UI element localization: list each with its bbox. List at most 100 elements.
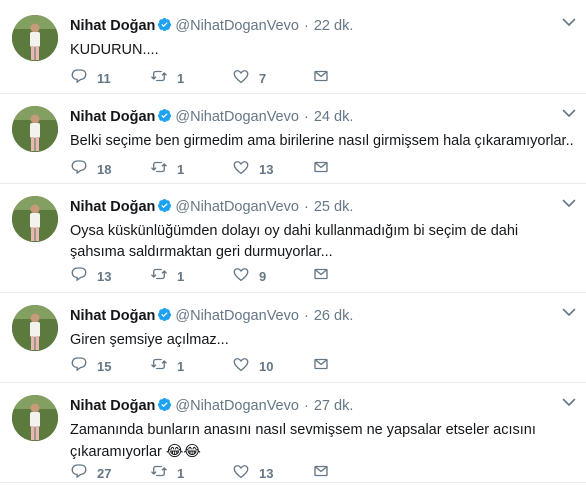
direct-message-button[interactable] [312,266,330,286]
verified-badge-icon [157,397,172,412]
avatar[interactable] [12,395,58,441]
verified-badge-icon [157,307,172,322]
tweet[interactable]: Nihat Doğan @NihatDoganVevo · 22 dk. KUDU… [0,3,586,94]
reply-button[interactable]: 11 [70,68,111,88]
reply-icon [70,67,88,90]
tweet-text-content: KUDURUN.... [70,42,159,58]
direct-message-button[interactable] [312,463,330,483]
envelope-icon [312,265,330,288]
reply-count: 11 [97,70,111,86]
like-button[interactable]: 7 [232,68,266,88]
display-name[interactable]: Nihat Doğan [70,398,155,414]
reply-icon [70,265,88,288]
timestamp[interactable]: 26 dk. [314,308,354,324]
user-handle[interactable]: @NihatDoganVevo [175,308,299,324]
user-handle[interactable]: @NihatDoganVevo [175,109,299,125]
reply-count: 27 [97,465,112,481]
tweet-emoji: 😂😂 [165,443,201,460]
tweet-header: Nihat Doğan @NihatDoganVevo · 25 dk. [70,198,353,216]
like-button[interactable]: 9 [232,266,266,286]
retweet-button[interactable]: 1 [150,68,184,88]
tweet-actions: 11 1 7 [70,68,370,88]
timestamp[interactable]: 22 dk. [314,18,354,34]
retweet-count: 1 [177,268,185,284]
separator-dot: · [303,18,309,34]
chevron-down-icon[interactable] [562,106,576,120]
display-name[interactable]: Nihat Doğan [70,109,155,125]
retweet-button[interactable]: 1 [150,159,184,179]
user-handle[interactable]: @NihatDoganVevo [175,18,299,34]
timestamp[interactable]: 25 dk. [314,199,354,215]
tweet[interactable]: Nihat Doğan @NihatDoganVevo · 25 dk. Oysa… [0,184,586,293]
heart-icon [232,158,250,181]
separator-dot: · [303,199,309,215]
display-name[interactable]: Nihat Doğan [70,308,155,324]
user-handle[interactable]: @NihatDoganVevo [175,398,299,414]
chevron-down-icon[interactable] [562,305,576,319]
retweet-button[interactable]: 1 [150,266,184,286]
user-handle[interactable]: @NihatDoganVevo [175,199,299,215]
like-count: 9 [259,268,267,284]
verified-badge-icon [157,17,172,32]
separator-dot: · [303,308,309,324]
reply-icon [70,158,88,181]
retweet-button[interactable]: 1 [150,463,184,483]
timestamp[interactable]: 24 dk. [314,109,354,125]
display-name[interactable]: Nihat Doğan [70,199,155,215]
direct-message-button[interactable] [312,159,330,179]
reply-button[interactable]: 13 [70,266,111,286]
like-count: 13 [259,161,274,177]
avatar[interactable] [12,305,58,351]
reply-button[interactable]: 18 [70,159,111,179]
reply-icon [70,355,88,378]
reply-button[interactable]: 27 [70,463,111,483]
display-name[interactable]: Nihat Doğan [70,18,155,34]
reply-count: 18 [97,161,112,177]
retweet-icon [150,67,168,90]
tweet-text: Zamanında bunların anasını nasıl sevmişs… [70,420,575,463]
avatar[interactable] [12,106,58,152]
avatar[interactable] [12,196,58,242]
envelope-icon [312,158,330,181]
chevron-down-icon[interactable] [562,395,576,409]
reply-button[interactable]: 15 [70,356,111,376]
retweet-icon [150,462,168,485]
tweet-text-content: Belki seçime ben girmedim ama birilerine… [70,133,574,149]
tweet-text: Belki seçime ben girmedim ama birilerine… [70,131,575,152]
tweet-timeline: Nihat Doğan @NihatDoganVevo · 22 dk. KUDU… [0,0,586,486]
reply-count: 15 [97,358,112,374]
timestamp[interactable]: 27 dk. [314,398,354,414]
tweet-text-content: Zamanında bunların anasını nasıl sevmişs… [70,422,536,460]
tweet[interactable]: Nihat Doğan @NihatDoganVevo · 26 dk. Gire… [0,293,586,383]
like-count: 7 [259,70,267,86]
direct-message-button[interactable] [312,356,330,376]
tweet[interactable]: Nihat Doğan @NihatDoganVevo · 24 dk. Belk… [0,94,586,184]
tweet-header: Nihat Doğan @NihatDoganVevo · 24 dk. [70,108,353,126]
tweet-text: Giren şemsiye açılmaz... [70,330,575,351]
heart-icon [232,462,250,485]
like-button[interactable]: 10 [232,356,273,376]
chevron-down-icon[interactable] [562,15,576,29]
retweet-count: 1 [177,161,185,177]
verified-badge-icon [157,108,172,123]
direct-message-button[interactable] [312,68,330,88]
retweet-count: 1 [177,358,185,374]
avatar[interactable] [12,15,58,61]
envelope-icon [312,67,330,90]
like-button[interactable]: 13 [232,463,273,483]
envelope-icon [312,462,330,485]
verified-badge-icon [157,198,172,213]
like-count: 13 [259,465,274,481]
retweet-count: 1 [177,70,185,86]
tweet-text: KUDURUN.... [70,40,575,61]
like-button[interactable]: 13 [232,159,273,179]
retweet-icon [150,265,168,288]
retweet-icon [150,355,168,378]
tweet[interactable]: Nihat Doğan @NihatDoganVevo · 27 dk. Zama… [0,383,586,483]
chevron-down-icon[interactable] [562,196,576,210]
tweet-text-content: Oysa küskünlüğümden dolayı oy dahi kulla… [70,223,519,260]
tweet-actions: 18 1 13 [70,159,370,179]
retweet-button[interactable]: 1 [150,356,184,376]
heart-icon [232,67,250,90]
envelope-icon [312,355,330,378]
